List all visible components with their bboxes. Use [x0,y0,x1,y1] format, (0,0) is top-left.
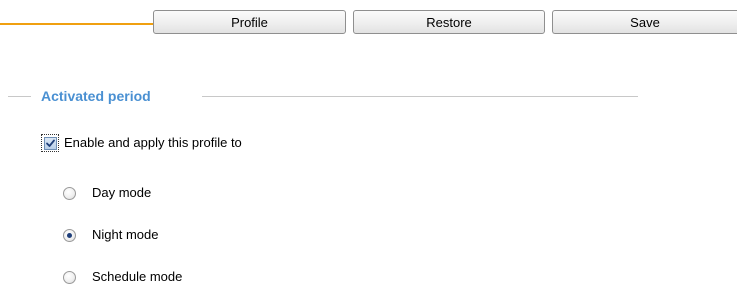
schedule-mode-label: Schedule mode [92,269,183,284]
restore-button[interactable]: Restore [353,10,545,34]
profile-button[interactable]: Profile [153,10,346,34]
night-mode-label: Night mode [92,227,159,242]
checkmark-icon [46,139,55,147]
section-divider-left [8,96,31,97]
callout-pointer-line [0,23,153,25]
night-mode-radio[interactable] [63,229,76,242]
enable-profile-label: Enable and apply this profile to [64,135,242,150]
save-button[interactable]: Save [552,10,737,34]
section-title: Activated period [41,88,151,104]
enable-profile-checkbox[interactable] [44,137,57,150]
day-mode-label: Day mode [92,185,152,200]
section-divider-right [202,96,638,97]
day-mode-radio[interactable] [63,187,76,200]
schedule-mode-radio[interactable] [63,271,76,284]
